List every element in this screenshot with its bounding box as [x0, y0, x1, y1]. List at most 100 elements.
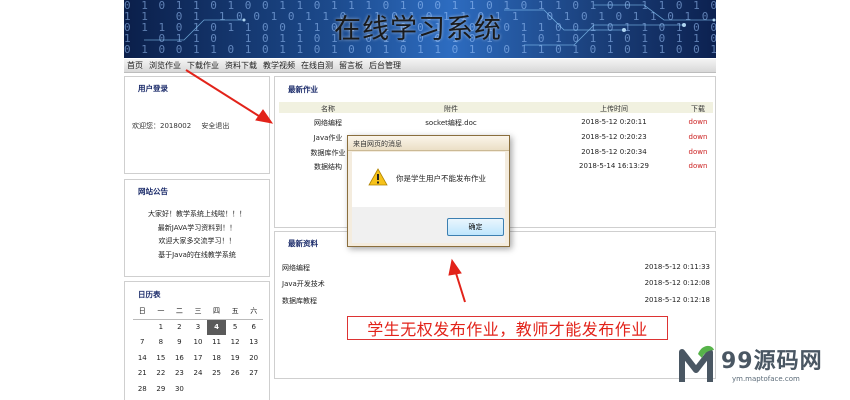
- material-time: 2018-5-12 0:12:08: [644, 279, 710, 287]
- calendar-day[interactable]: 6: [244, 319, 263, 335]
- homework-time: 2018-5-12 0:20:23: [581, 133, 647, 141]
- download-link[interactable]: down: [683, 118, 713, 126]
- watermark-brand: 99源码网: [721, 349, 823, 374]
- welcome-line: 欢迎您：2018002 安全退出: [132, 121, 229, 131]
- calendar-day[interactable]: 28: [133, 381, 152, 397]
- calendar-day[interactable]: 19: [226, 350, 245, 366]
- weekday-sun: 日: [133, 304, 152, 320]
- col-attachment: 附件: [444, 105, 458, 113]
- homework-name: 数据库作业: [310, 149, 346, 157]
- calendar-day: [133, 319, 152, 335]
- notice-line[interactable]: 最新JAVA学习资料到！！: [125, 222, 269, 236]
- logout-link[interactable]: 安全退出: [201, 122, 229, 130]
- calendar-day[interactable]: 27: [244, 366, 263, 382]
- calendar-panel: 日历表 日 一 二 三 四 五 六 1 2 3 4 5 6 7 8 9 10 1…: [124, 281, 270, 400]
- table-row: 网络编程 socket编程.doc 2018-5-12 0:20:11 down: [279, 116, 713, 129]
- calendar-day[interactable]: 7: [133, 335, 152, 351]
- weekday-thu: 四: [207, 304, 226, 320]
- header-banner: 0 1 0 1 1 0 1 0 0 1 1 0 1 1 1 0 1 0 0 1 …: [124, 0, 716, 58]
- material-name[interactable]: 数据库教程: [282, 296, 317, 306]
- calendar-day[interactable]: 20: [244, 350, 263, 366]
- calendar-grid: 日 一 二 三 四 五 六 1 2 3 4 5 6 7 8 9 10 11 12…: [133, 304, 263, 397]
- calendar-day[interactable]: 2: [170, 319, 189, 335]
- annotation-callout: 学生无权发布作业，教师才能发布作业: [347, 316, 668, 340]
- material-name[interactable]: 网络编程: [282, 263, 310, 273]
- homework-attachment[interactable]: socket编程.doc: [389, 118, 513, 128]
- dialog-message: 你是学生用户不能发布作业: [396, 174, 486, 183]
- calendar-day[interactable]: 24: [189, 366, 208, 382]
- watermark-url: ym.maptoface.com: [732, 375, 800, 383]
- calendar-day[interactable]: 23: [170, 366, 189, 382]
- materials-heading: 最新资料: [288, 239, 318, 248]
- weekday-sat: 六: [244, 304, 263, 320]
- calendar-day[interactable]: 8: [152, 335, 171, 351]
- calendar-day[interactable]: 13: [244, 335, 263, 351]
- calendar-day[interactable]: 25: [207, 366, 226, 382]
- nav-teaching-video[interactable]: 教学视频: [260, 60, 298, 71]
- alert-dialog: 来自网页的消息 你是学生用户不能发布作业 确定: [347, 135, 510, 247]
- calendar-day: [189, 381, 208, 397]
- calendar-day[interactable]: 22: [152, 366, 171, 382]
- homework-heading: 最新作业: [288, 85, 318, 94]
- notice-line[interactable]: 基于Java的在线教学系统: [125, 249, 269, 263]
- material-time: 2018-5-12 0:11:33: [644, 263, 710, 271]
- calendar-day[interactable]: 14: [133, 350, 152, 366]
- calendar-day[interactable]: 15: [152, 350, 171, 366]
- weekday-wed: 三: [188, 304, 208, 320]
- homework-name: Java作业: [313, 134, 343, 142]
- nav-download-homework[interactable]: 下载作业: [184, 60, 222, 71]
- download-link[interactable]: down: [683, 162, 713, 170]
- nav-materials-download[interactable]: 资料下载: [222, 60, 260, 71]
- notice-line[interactable]: 大家好！教学系统上线啦！！！: [125, 208, 269, 222]
- calendar-day[interactable]: 26: [226, 366, 245, 382]
- calendar-heading: 日历表: [138, 290, 161, 299]
- homework-table-header: 名称 附件 上传时间 下载: [279, 102, 713, 113]
- latest-materials-panel: 最新资料 网络编程 2018-5-12 0:11:33 Java开发技术 201…: [274, 231, 716, 379]
- homework-time: 2018-5-12 0:20:34: [581, 148, 647, 156]
- calendar-day[interactable]: 1: [152, 319, 171, 335]
- notice-heading: 网站公告: [138, 187, 168, 196]
- dialog-footer: 确定: [352, 207, 505, 243]
- calendar-day[interactable]: 16: [170, 350, 189, 366]
- calendar-day[interactable]: 21: [133, 366, 152, 382]
- col-time: 上传时间: [600, 105, 628, 113]
- material-time: 2018-5-12 0:12:18: [644, 296, 710, 304]
- weekday-mon: 一: [151, 304, 171, 320]
- calendar-day: [226, 381, 245, 397]
- calendar-day[interactable]: 17: [189, 350, 208, 366]
- notice-list: 大家好！教学系统上线啦！！！ 最新JAVA学习资料到！！ 欢迎大家多交流学习！！…: [125, 208, 269, 262]
- calendar-day[interactable]: 12: [226, 335, 245, 351]
- nav-browse-homework[interactable]: 浏览作业: [146, 60, 184, 71]
- homework-name: 数据结构: [314, 163, 342, 171]
- material-name[interactable]: Java开发技术: [282, 279, 325, 289]
- notice-panel: 网站公告 大家好！教学系统上线啦！！！ 最新JAVA学习资料到！！ 欢迎大家多交…: [124, 179, 270, 277]
- homework-time: 2018-5-12 0:20:11: [581, 118, 647, 126]
- calendar-day[interactable]: 10: [189, 335, 208, 351]
- calendar-day[interactable]: 18: [207, 350, 226, 366]
- ok-button[interactable]: 确定: [447, 218, 504, 236]
- calendar-day: [244, 381, 263, 397]
- download-link[interactable]: down: [683, 148, 713, 156]
- calendar-day[interactable]: 29: [152, 381, 171, 397]
- weekday-fri: 五: [225, 304, 245, 320]
- calendar-day[interactable]: 5: [226, 319, 245, 335]
- calendar-day[interactable]: 30: [170, 381, 189, 397]
- login-heading: 用户登录: [138, 84, 168, 93]
- login-panel: 用户登录 欢迎您：2018002 安全退出: [124, 76, 270, 174]
- welcome-text: 欢迎您：2018002: [132, 122, 192, 130]
- site-title: 在线学习系统: [334, 14, 502, 45]
- homework-name: 网络编程: [314, 119, 342, 127]
- download-link[interactable]: down: [683, 133, 713, 141]
- calendar-day-today[interactable]: 4: [207, 319, 226, 335]
- notice-line[interactable]: 欢迎大家多交流学习！！: [125, 235, 269, 249]
- nav-admin[interactable]: 后台管理: [366, 60, 404, 71]
- nav-online-test[interactable]: 在线自测: [298, 60, 336, 71]
- nav-home[interactable]: 首页: [124, 60, 146, 71]
- calendar-day[interactable]: 9: [170, 335, 189, 351]
- dialog-body: 你是学生用户不能发布作业: [352, 152, 505, 207]
- nav-message-board[interactable]: 留言板: [336, 60, 366, 71]
- dialog-title: 来自网页的消息: [348, 136, 509, 151]
- warning-icon: [368, 168, 388, 186]
- calendar-day[interactable]: 3: [189, 319, 208, 335]
- calendar-day[interactable]: 11: [207, 335, 226, 351]
